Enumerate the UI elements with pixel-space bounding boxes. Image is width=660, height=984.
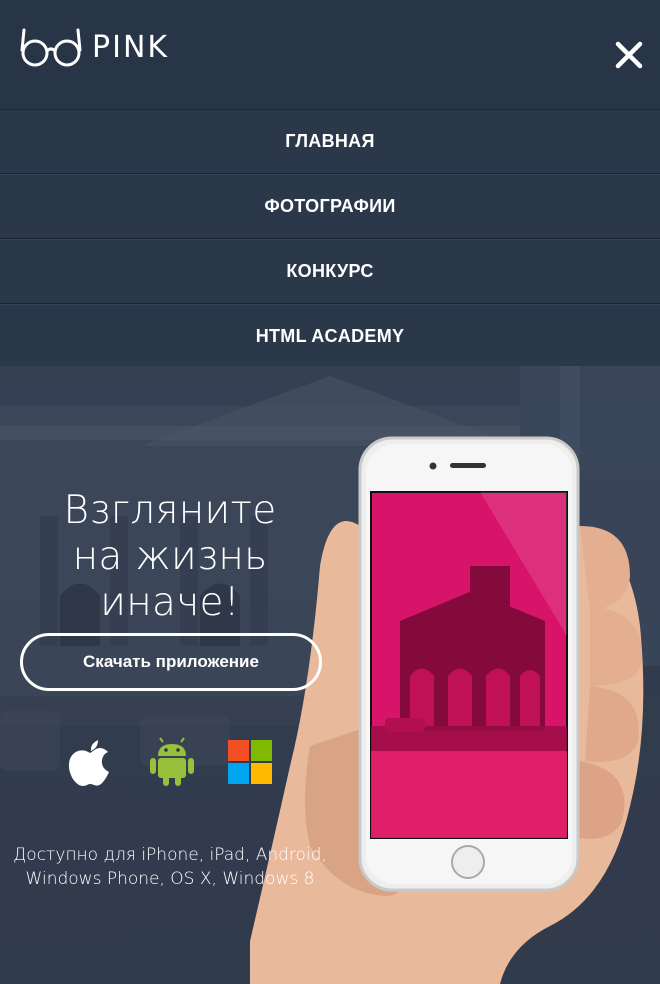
availability-line: Доступно для iPhone, iPad, Android,: [13, 845, 327, 865]
logo-text: PINK: [92, 30, 170, 65]
windows-icon[interactable]: [224, 736, 276, 788]
site-header: PINK: [0, 0, 660, 110]
nav-item-label: HTML ACADEMY: [255, 326, 405, 346]
hero-title-line: Взгляните: [63, 488, 277, 534]
availability-line: Windows Phone, OS X, Windows 8: [25, 869, 315, 889]
nav-item-label: ГЛАВНАЯ: [285, 131, 375, 151]
close-menu-button[interactable]: [612, 38, 646, 72]
nav-item-contest[interactable]: КОНКУРС: [0, 239, 660, 304]
hero-title-line: иначе!: [100, 580, 240, 626]
nav-item-label: ФОТОГРАФИИ: [264, 196, 396, 216]
platform-icons: [0, 736, 340, 796]
android-icon[interactable]: [146, 736, 198, 788]
nav-item-html-academy[interactable]: HTML ACADEMY: [0, 304, 660, 369]
availability-text: Доступно для iPhone, iPad, Android, Wind…: [10, 843, 330, 891]
main-navigation: ГЛАВНАЯ ФОТОГРАФИИ КОНКУРС HTML ACADEMY: [0, 110, 660, 369]
glasses-logo-icon: [20, 28, 82, 67]
close-icon: [615, 41, 643, 69]
apple-icon[interactable]: [64, 736, 116, 788]
hero-title-line: на жизнь: [72, 534, 268, 580]
hero-title: Взгляните на жизнь иначе!: [20, 488, 320, 626]
nav-item-home[interactable]: ГЛАВНАЯ: [0, 110, 660, 174]
download-app-button[interactable]: Скачать приложение: [20, 633, 322, 691]
logo[interactable]: PINK: [20, 26, 169, 68]
nav-item-photos[interactable]: ФОТОГРАФИИ: [0, 174, 660, 239]
hero-section: Взгляните на жизнь иначе! Скачать прилож…: [0, 366, 660, 984]
nav-item-label: КОНКУРС: [286, 261, 374, 281]
